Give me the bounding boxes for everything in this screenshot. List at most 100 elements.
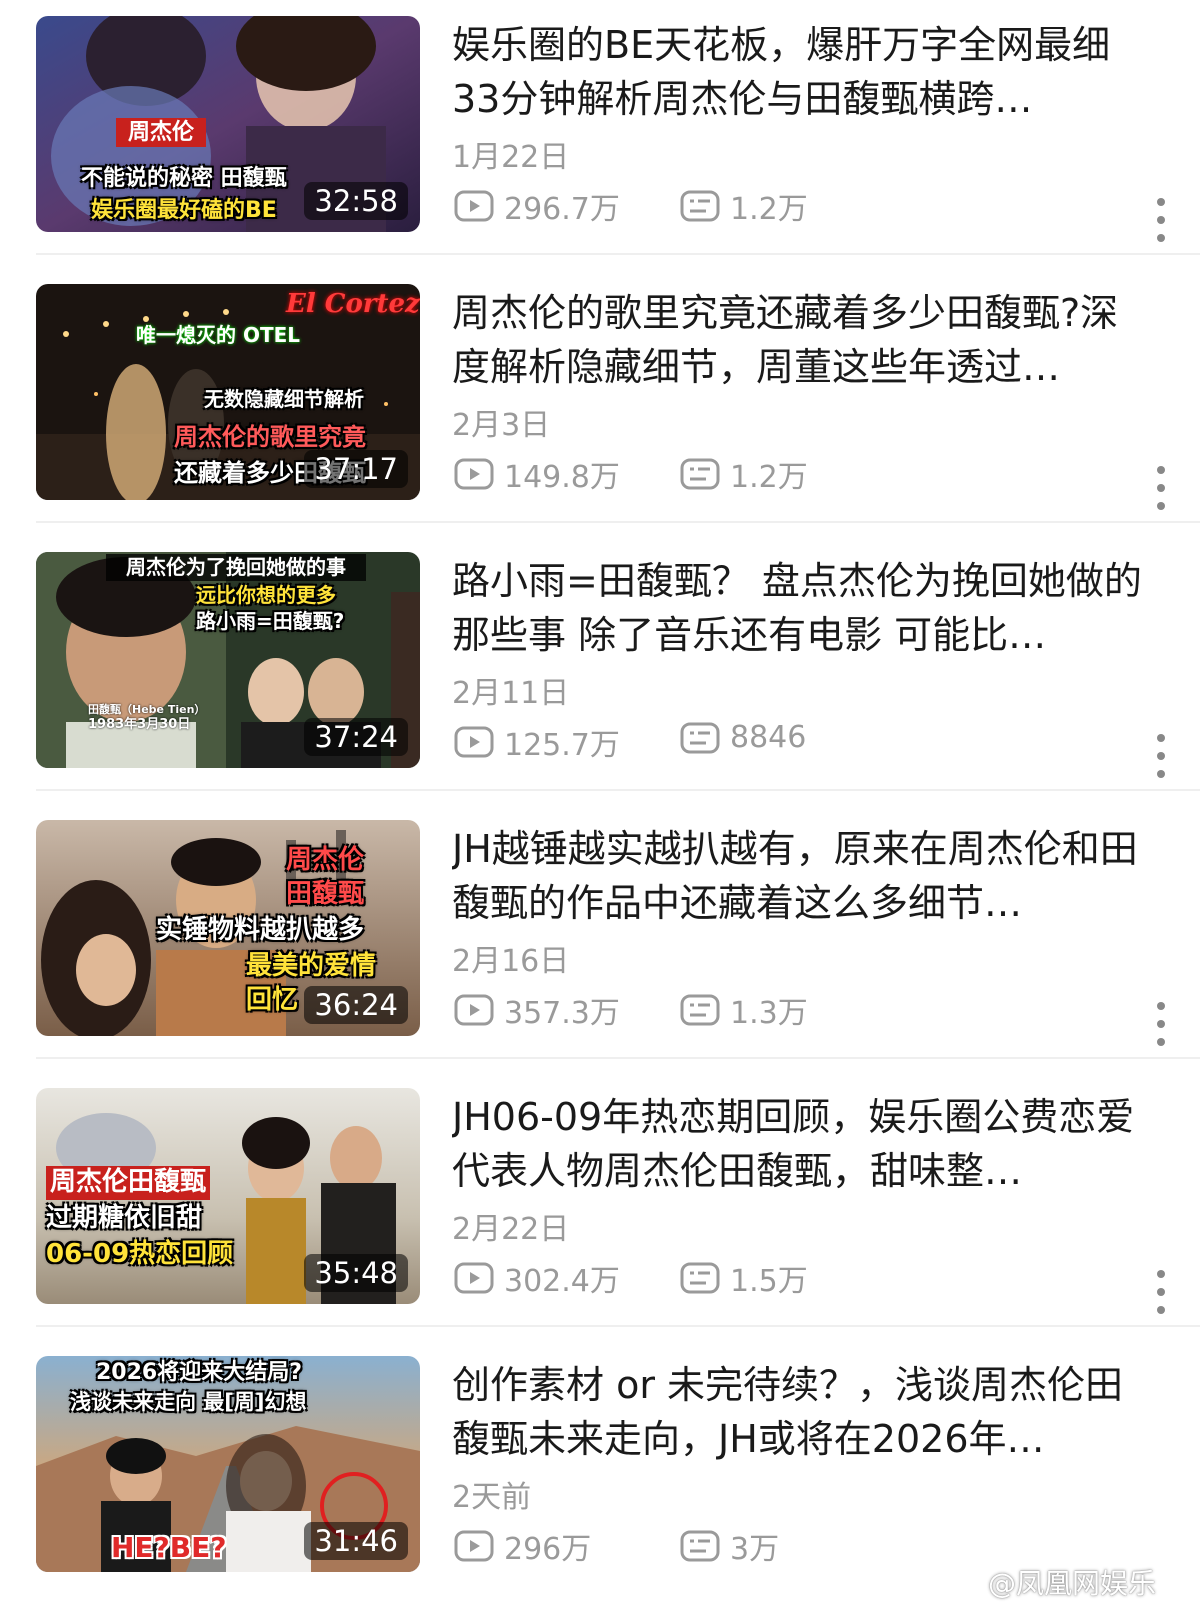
- comment-count-value: 1.2万: [730, 192, 808, 227]
- video-title[interactable]: JH越锤越实越扒越有，原来在周杰伦和田馥甄的作品中还藏着这么多细节…: [452, 822, 1152, 930]
- video-item[interactable]: 2026将迎来大结局? 浅谈未来走向 最[周]幻想 HE?BE? 31:46 创…: [36, 1356, 1200, 1572]
- play-count-icon: [454, 190, 494, 222]
- view-count: 149.8万: [454, 452, 620, 496]
- overlay-line: 浅谈未来走向 最[周]幻想: [70, 1390, 307, 1414]
- comment-count: 1.2万: [680, 184, 808, 228]
- video-item[interactable]: 周杰伦为了挽回她做的事 远比你想的更多 路小雨=田馥甄? 田馥甄（Hebe Ti…: [36, 552, 1200, 778]
- danmaku-icon: [680, 458, 720, 490]
- comment-count: 3万: [680, 1524, 779, 1568]
- video-stats: 357.3万 1.3万: [452, 988, 1172, 1031]
- video-info: JH06-09年热恋期回顾，娱乐圈公费恋爱代表人物周杰伦田馥甄，甜味整… 2月2…: [452, 1088, 1172, 1314]
- comment-count: 8846: [680, 720, 806, 755]
- view-count: 296.7万: [454, 184, 620, 228]
- video-info: JH越锤越实越扒越有，原来在周杰伦和田馥甄的作品中还藏着这么多细节… 2月16日…: [452, 820, 1172, 1046]
- more-options-icon[interactable]: [1156, 1000, 1166, 1048]
- overlay-line: 无数隐藏细节解析: [204, 387, 364, 411]
- comment-count-value: 3万: [730, 1532, 780, 1567]
- more-options-icon[interactable]: [1156, 196, 1166, 244]
- video-thumbnail[interactable]: 周杰伦 田馥甄 实锤物料越扒越多 最美的爱情 回忆 36:24: [36, 820, 420, 1036]
- video-duration: 32:58: [304, 182, 408, 220]
- overlay-line: 1983年3月30日: [88, 717, 191, 732]
- video-info: 创作素材 or 未完待续？，浅谈周杰伦田馥甄未来走向，JH或将在2026年… 2…: [452, 1356, 1172, 1572]
- overlay-line: 周杰伦为了挽回她做的事: [106, 554, 366, 581]
- overlay-line: 田馥甄: [286, 879, 365, 909]
- video-title[interactable]: JH06-09年热恋期回顾，娱乐圈公费恋爱代表人物周杰伦田馥甄，甜味整…: [452, 1090, 1152, 1198]
- video-duration: 36:24: [304, 986, 408, 1024]
- play-count-icon: [454, 1262, 494, 1294]
- video-item[interactable]: El Cortez 唯一熄灭的 OTEL 无数隐藏细节解析 周杰伦的歌里究竟 还…: [36, 284, 1200, 510]
- video-date: 1月22日: [452, 140, 570, 175]
- video-title[interactable]: 创作素材 or 未完待续？，浅谈周杰伦田馥甄未来走向，JH或将在2026年…: [452, 1358, 1152, 1466]
- video-item[interactable]: 周杰伦田馥甄 过期糖依旧甜 06-09热恋回顾 35:48 JH06-09年热恋…: [36, 1088, 1200, 1314]
- video-duration: 31:46: [304, 1522, 408, 1560]
- divider: [36, 789, 1200, 791]
- view-count-value: 149.8万: [504, 460, 620, 495]
- overlay-line: 周杰伦田馥甄: [46, 1166, 211, 1200]
- overlay-line: El Cortez: [286, 289, 420, 319]
- overlay-line: 实锤物料越扒越多: [156, 915, 365, 945]
- video-title[interactable]: 周杰伦的歌里究竟还藏着多少田馥甄?深度解析隐藏细节，周董这些年透过…: [452, 286, 1152, 394]
- more-options-icon[interactable]: [1156, 464, 1166, 512]
- more-options-icon[interactable]: [1156, 732, 1166, 780]
- overlay-line: 路小雨=田馥甄?: [196, 609, 345, 633]
- video-item[interactable]: 周杰伦 不能说的秘密 田馥甄 娱乐圈最好磕的BE 32:58 娱乐圈的BE天花板…: [36, 16, 1200, 242]
- video-date: 2月22日: [452, 1212, 570, 1247]
- video-title[interactable]: 路小雨=田馥甄？ 盘点杰伦为挽回她做的那些事 除了音乐还有电影 可能比…: [452, 554, 1152, 662]
- video-title[interactable]: 娱乐圈的BE天花板，爆肝万字全网最细 33分钟解析周杰伦与田馥甄横跨…: [452, 18, 1152, 126]
- video-duration: 37:17: [304, 450, 408, 488]
- video-date: 2天前: [452, 1480, 532, 1515]
- divider: [36, 1325, 1200, 1327]
- view-count-value: 357.3万: [504, 996, 620, 1031]
- divider: [36, 253, 1200, 255]
- video-date: 2月3日: [452, 408, 551, 443]
- danmaku-icon: [680, 994, 720, 1026]
- video-thumbnail[interactable]: El Cortez 唯一熄灭的 OTEL 无数隐藏细节解析 周杰伦的歌里究竟 还…: [36, 284, 420, 500]
- video-info: 周杰伦的歌里究竟还藏着多少田馥甄?深度解析隐藏细节，周董这些年透过… 2月3日 …: [452, 284, 1172, 510]
- overlay-line: 周杰伦的歌里究竟: [174, 423, 366, 451]
- overlay-line: 回忆: [246, 985, 299, 1015]
- comment-count: 1.5万: [680, 1256, 808, 1300]
- overlay-line: 不能说的秘密 田馥甄: [81, 166, 287, 191]
- play-count-icon: [454, 458, 494, 490]
- overlay-line: 田馥甄（Hebe Tien）: [88, 703, 206, 716]
- danmaku-icon: [680, 1262, 720, 1294]
- video-stats: 149.8万 1.2万: [452, 452, 1172, 495]
- video-thumbnail[interactable]: 2026将迎来大结局? 浅谈未来走向 最[周]幻想 HE?BE? 31:46: [36, 1356, 420, 1572]
- video-date: 2月11日: [452, 676, 570, 711]
- comment-count: 1.2万: [680, 452, 808, 496]
- video-item[interactable]: 周杰伦 田馥甄 实锤物料越扒越多 最美的爱情 回忆 36:24 JH越锤越实越扒…: [36, 820, 1200, 1046]
- video-thumbnail[interactable]: 周杰伦为了挽回她做的事 远比你想的更多 路小雨=田馥甄? 田馥甄（Hebe Ti…: [36, 552, 420, 768]
- video-thumbnail[interactable]: 周杰伦田馥甄 过期糖依旧甜 06-09热恋回顾 35:48: [36, 1088, 420, 1304]
- view-count: 296万: [454, 1524, 591, 1568]
- overlay-line: 周杰伦: [286, 845, 365, 875]
- view-count-value: 296.7万: [504, 192, 620, 227]
- video-info: 路小雨=田馥甄？ 盘点杰伦为挽回她做的那些事 除了音乐还有电影 可能比… 2月1…: [452, 552, 1172, 778]
- comment-count-value: 8846: [730, 720, 807, 755]
- comment-count: 1.3万: [680, 988, 808, 1032]
- more-options-icon[interactable]: [1156, 1268, 1166, 1316]
- view-count: 302.4万: [454, 1256, 620, 1300]
- danmaku-icon: [680, 1530, 720, 1562]
- weibo-logo-icon: [940, 1568, 978, 1598]
- view-count: 357.3万: [454, 988, 620, 1032]
- divider: [36, 1057, 1200, 1059]
- overlay-line: 远比你想的更多: [196, 583, 336, 607]
- video-thumbnail[interactable]: 周杰伦 不能说的秘密 田馥甄 娱乐圈最好磕的BE 32:58: [36, 16, 420, 232]
- play-count-icon: [454, 994, 494, 1026]
- view-count-value: 302.4万: [504, 1264, 620, 1299]
- video-info: 娱乐圈的BE天花板，爆肝万字全网最细 33分钟解析周杰伦与田馥甄横跨… 1月22…: [452, 16, 1172, 242]
- comment-count-value: 1.2万: [730, 460, 808, 495]
- overlay-line: 06-09热恋回顾: [46, 1239, 234, 1269]
- overlay-line: 周杰伦: [116, 118, 206, 148]
- comment-count-value: 1.3万: [730, 996, 808, 1031]
- overlay-line: 娱乐圈最好磕的BE: [91, 198, 277, 223]
- video-stats: 296.7万 1.2万: [452, 184, 1172, 227]
- overlay-line: 2026将迎来大结局?: [96, 1360, 302, 1385]
- video-date: 2月16日: [452, 944, 570, 979]
- overlay-line: 过期糖依旧甜: [46, 1203, 203, 1233]
- video-stats: 125.7万 8846: [452, 720, 1172, 763]
- video-stats: 302.4万 1.5万: [452, 1256, 1172, 1299]
- overlay-line: 最美的爱情: [246, 951, 377, 981]
- danmaku-icon: [680, 722, 720, 753]
- view-count-value: 125.7万: [504, 728, 620, 763]
